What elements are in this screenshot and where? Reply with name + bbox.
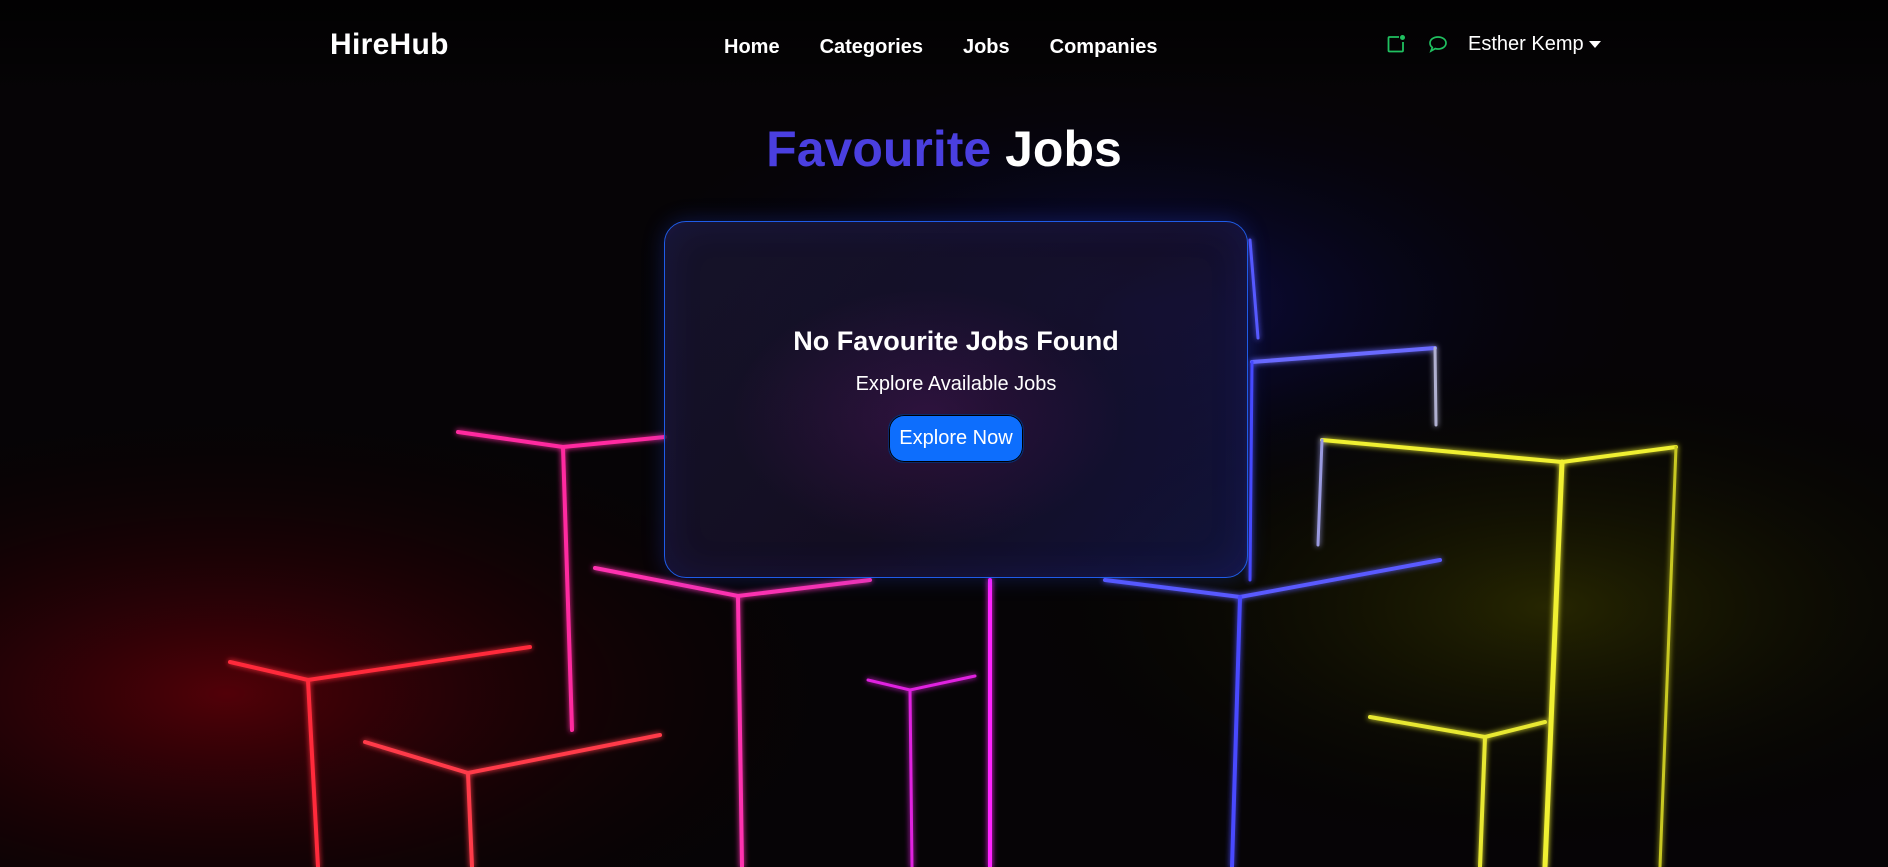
nav-home[interactable]: Home — [724, 36, 780, 59]
nav-jobs[interactable]: Jobs — [963, 36, 1010, 59]
explore-now-button[interactable]: Explore Now — [888, 414, 1024, 463]
main-nav: Home Categories Jobs Companies — [724, 36, 1197, 59]
notification-icon[interactable] — [1384, 32, 1408, 56]
page-title-rest: Jobs — [1005, 121, 1122, 177]
nav-companies[interactable]: Companies — [1050, 36, 1158, 59]
chat-icon[interactable] — [1426, 32, 1450, 56]
page-title-accent: Favourite — [766, 121, 992, 177]
empty-state-card: No Favourite Jobs Found Explore Availabl… — [664, 221, 1248, 578]
empty-state-subtext: Explore Available Jobs — [855, 373, 1057, 395]
empty-state-heading: No Favourite Jobs Found — [793, 326, 1119, 356]
nav-categories[interactable]: Categories — [820, 36, 923, 59]
user-menu-toggle[interactable]: Esther Kemp — [1468, 33, 1601, 56]
navbar: HireHub Home Categories Jobs Companies E… — [0, 0, 1888, 96]
brand-logo[interactable]: HireHub — [330, 28, 449, 62]
page-title: Favourite Jobs — [0, 120, 1888, 178]
chevron-down-icon — [1588, 41, 1601, 48]
user-name: Esther Kemp — [1468, 32, 1584, 55]
user-zone: Esther Kemp — [1384, 32, 1601, 56]
